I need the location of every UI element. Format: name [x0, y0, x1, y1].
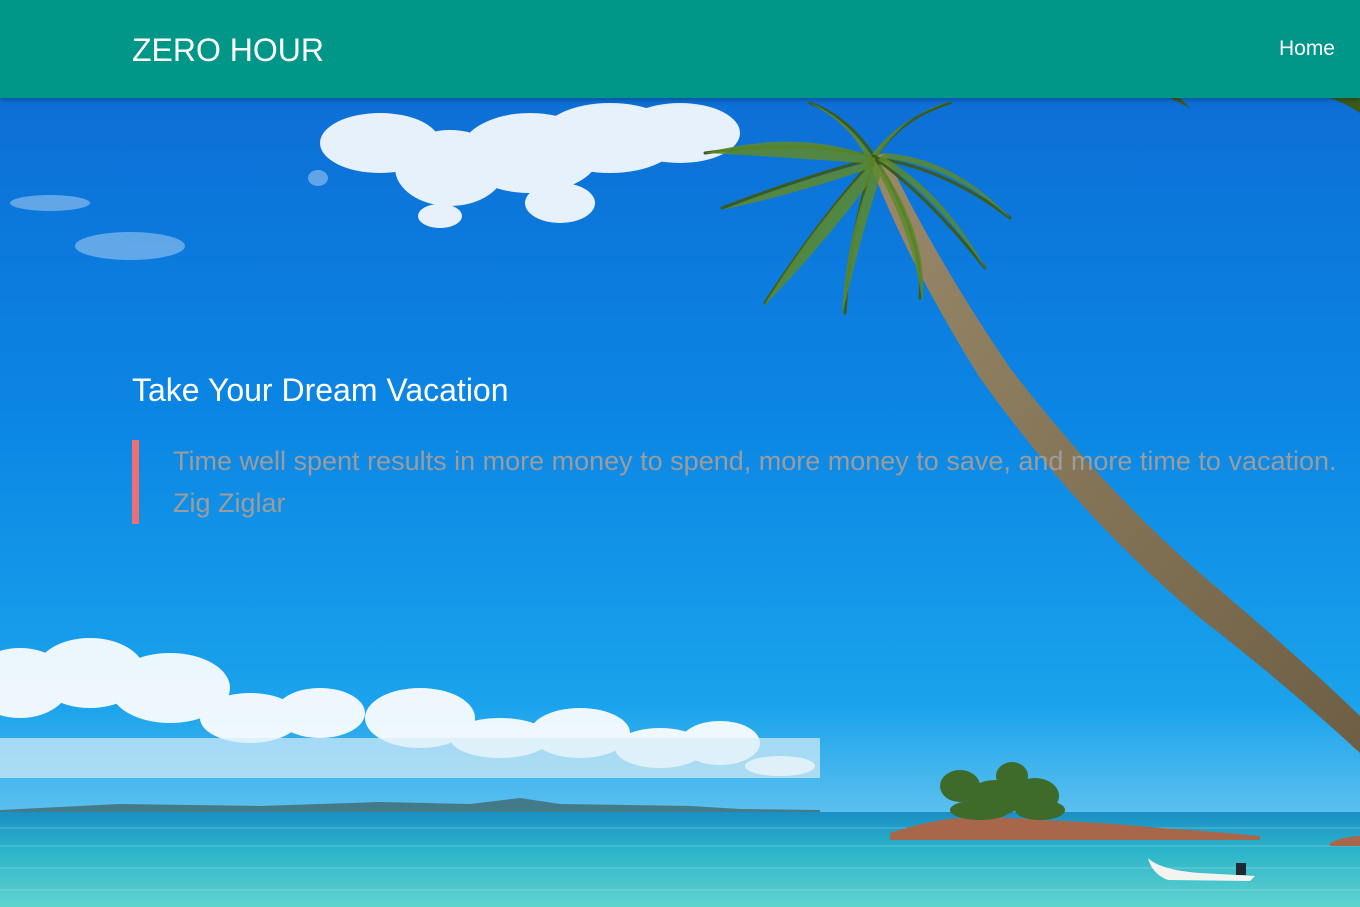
- page: ZERO HOUR Home Take Your Dream Vacation …: [0, 0, 1360, 907]
- hero-section: Take Your Dream Vacation Time well spent…: [0, 98, 1360, 907]
- top-navbar: ZERO HOUR Home: [0, 0, 1360, 98]
- quote-text: Time well spent results in more money to…: [173, 446, 1337, 476]
- hero-title: Take Your Dream Vacation: [132, 372, 509, 408]
- nav-link-home[interactable]: Home: [1279, 35, 1335, 63]
- quote-author: Zig Ziglar: [173, 488, 286, 518]
- hero-quote: Time well spent results in more money to…: [132, 440, 1360, 524]
- brand-logo[interactable]: ZERO HOUR: [132, 30, 324, 70]
